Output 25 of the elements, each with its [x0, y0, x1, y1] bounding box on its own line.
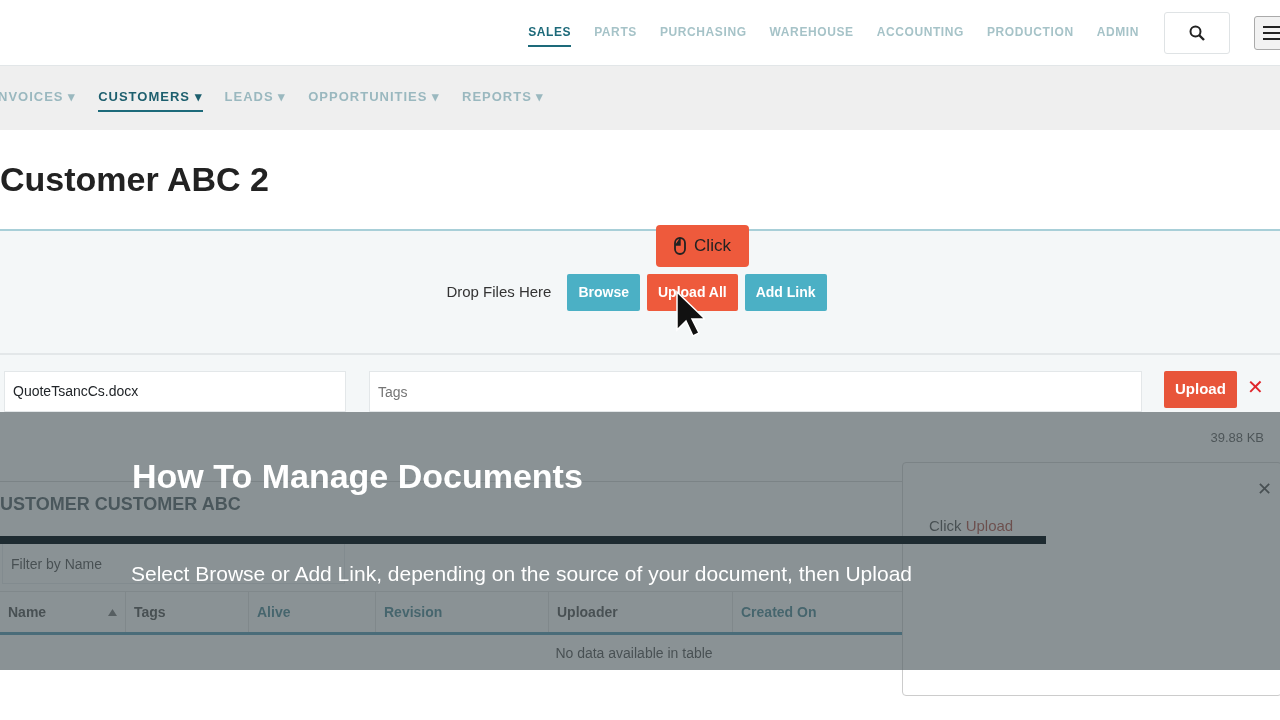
nav-tab[interactable]: PARTS [594, 18, 637, 47]
subnav-tab[interactable]: LEADS ▾ [224, 84, 287, 112]
drop-zone-label: Drop Files Here [446, 281, 552, 302]
tooltip: Click [656, 224, 749, 267]
nav-tab[interactable]: PURCHASING [659, 18, 747, 47]
tags-field[interactable]: Tags [369, 371, 1142, 412]
remove-button[interactable]: ✕ [1246, 377, 1264, 397]
file-size: 39.88 KB [1210, 429, 1264, 447]
nav-tab[interactable]: ACCOUNTING [876, 18, 964, 47]
nav-tab[interactable]: WAREHOUSE [769, 18, 854, 47]
upload-all-button[interactable]: Upload All [647, 273, 738, 311]
step-instruction: Click Upload [929, 516, 1014, 536]
nav-tab[interactable]: SALES [528, 18, 572, 47]
add-link-button[interactable]: Add Link [744, 273, 827, 311]
tutorial-caption: Select Browse or Add Link, depending on the source of your document, then Upload [131, 561, 912, 587]
upload-button[interactable]: Upload [1164, 371, 1237, 408]
subnav-tab[interactable]: OPPORTUNITIES ▾ [308, 84, 441, 112]
nav-tab[interactable]: PRODUCTION [987, 18, 1074, 47]
page-title: Customer ABC 2 [0, 159, 269, 200]
browse-button[interactable]: Browse [567, 273, 640, 311]
empty-table-message: No data available in table [555, 644, 713, 663]
nav-tab[interactable]: ADMIN [1096, 18, 1139, 47]
subnav-tab[interactable]: CUSTOMERS ▾ [98, 84, 203, 112]
subnav-tab[interactable]: REPORTS ▾ [462, 84, 545, 112]
filename-field[interactable]: QuoteTsancCs.docx [4, 371, 346, 412]
